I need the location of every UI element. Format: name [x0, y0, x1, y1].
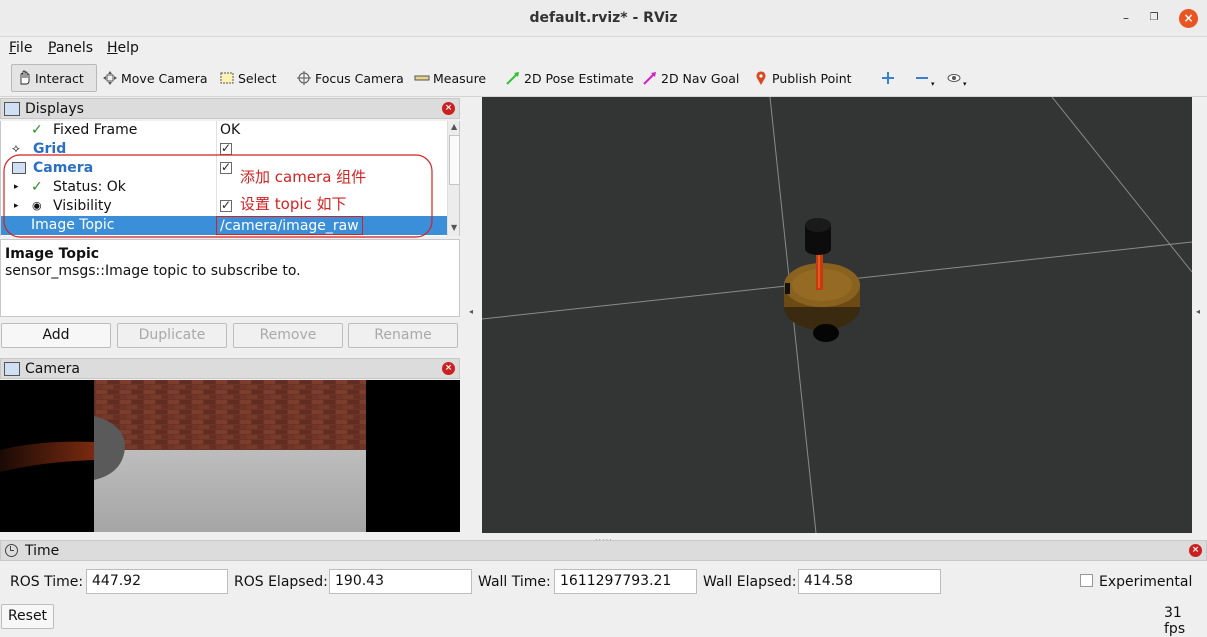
scrollbar-thumb[interactable] — [449, 135, 459, 185]
tool-2d-pose-estimate-label: 2D Pose Estimate — [524, 70, 634, 86]
minimize-button[interactable]: – — [1117, 9, 1135, 27]
displays-panel-header: Displays × — [0, 98, 460, 119]
menu-bar: File Panels Help — [0, 37, 1207, 59]
time-panel-header: Time × — [0, 540, 1207, 561]
annotation-add-camera: 添加 camera 组件 — [240, 168, 367, 186]
remove-tool-button[interactable]: ▾ — [910, 64, 939, 92]
chevron-down-icon: ▾ — [963, 80, 967, 88]
wall-time-label: Wall Time: — [478, 574, 551, 590]
ros-time-label: ROS Time: — [10, 574, 84, 590]
hand-icon — [16, 70, 32, 86]
plus-icon — [880, 70, 896, 86]
displays-panel-title: Displays — [25, 100, 84, 117]
map-pin-icon — [753, 70, 769, 86]
green-arrow-icon — [505, 70, 521, 86]
reset-button[interactable]: Reset — [1, 604, 54, 629]
tool-publish-point[interactable]: Publish Point — [749, 64, 856, 92]
tool-focus-camera[interactable]: Focus Camera — [292, 64, 408, 92]
tool-measure-label: Measure — [433, 70, 487, 86]
menu-panels[interactable]: Panels — [48, 40, 93, 56]
ros-elapsed-label: ROS Elapsed: — [234, 574, 328, 590]
camera-image-view — [0, 380, 460, 532]
wall-time-field[interactable]: 1611297793.21 — [554, 569, 697, 594]
close-window-button[interactable]: × — [1179, 9, 1198, 28]
time-panel-title: Time — [25, 542, 60, 559]
remove-button[interactable]: Remove — [233, 323, 343, 348]
tool-measure[interactable]: Measure — [410, 64, 490, 92]
chevron-down-icon: ▾ — [931, 80, 935, 88]
annotation-set-topic: 设置 topic 如下 — [240, 195, 347, 213]
focus-camera-icon — [296, 70, 312, 86]
minus-icon — [914, 70, 930, 86]
rename-button[interactable]: Rename — [348, 323, 458, 348]
tool-2d-pose-estimate[interactable]: 2D Pose Estimate — [501, 64, 638, 92]
fps-readout: 31 fps — [1164, 605, 1186, 637]
camera-panel-title: Camera — [25, 360, 80, 377]
tool-move-camera[interactable]: Move Camera — [98, 64, 212, 92]
experimental-label: Experimental — [1099, 574, 1193, 590]
menu-help[interactable]: Help — [107, 40, 139, 56]
tree-row-value: OK — [220, 122, 241, 138]
tool-focus-camera-label: Focus Camera — [315, 70, 404, 86]
menu-file[interactable]: File — [9, 40, 32, 56]
tool-select[interactable]: Select — [215, 64, 281, 92]
duplicate-button[interactable]: Duplicate — [117, 323, 227, 348]
magenta-arrow-icon — [642, 70, 658, 86]
description-text: sensor_msgs::Image topic to subscribe to… — [5, 263, 301, 279]
eye-icon — [946, 70, 962, 86]
tree-row-fixed-frame[interactable]: ✓ Fixed Frame OK — [1, 121, 447, 140]
experimental-checkbox[interactable] — [1080, 574, 1093, 587]
close-icon[interactable]: × — [442, 102, 455, 115]
monitor-icon — [4, 101, 20, 116]
maximize-button[interactable]: ❐ — [1145, 9, 1163, 27]
tree-row-label: Fixed Frame — [53, 122, 138, 138]
left-splitter[interactable]: ◂ — [465, 97, 479, 533]
close-icon[interactable]: × — [1189, 544, 1202, 557]
tool-interact[interactable]: Interact — [11, 64, 97, 92]
property-description: Image Topic sensor_msgs::Image topic to … — [0, 239, 460, 317]
tool-2d-nav-goal[interactable]: 2D Nav Goal — [638, 64, 743, 92]
title-bar: default.rviz* - RViz – ❐ × — [0, 0, 1207, 37]
check-icon: ✓ — [31, 122, 43, 138]
ros-elapsed-field[interactable]: 190.43 — [329, 569, 472, 594]
tool-interact-label: Interact — [35, 70, 84, 86]
right-splitter[interactable]: ◂ — [1192, 97, 1206, 533]
render-viewport[interactable] — [482, 97, 1192, 533]
camera-icon — [4, 361, 20, 376]
add-tool-button[interactable] — [876, 64, 903, 92]
view-tool-button[interactable]: ▾ — [942, 64, 971, 92]
toolbar: Interact Move Camera Select Focus Camera… — [0, 60, 1207, 97]
scroll-up-icon[interactable]: ▲ — [451, 122, 457, 131]
description-title: Image Topic — [5, 246, 100, 262]
ros-time-field[interactable]: 447.92 — [86, 569, 228, 594]
clock-icon — [5, 544, 18, 557]
tool-publish-point-label: Publish Point — [772, 70, 852, 86]
annotation-outline — [3, 154, 433, 238]
close-icon[interactable]: × — [442, 362, 455, 375]
scroll-down-icon[interactable]: ▼ — [451, 223, 457, 232]
tool-select-label: Select — [238, 70, 277, 86]
wall-elapsed-field[interactable]: 414.58 — [798, 569, 941, 594]
collapse-left-icon[interactable]: ◂ — [469, 307, 473, 316]
ruler-icon — [414, 70, 430, 86]
select-icon — [219, 70, 235, 86]
tree-scrollbar[interactable]: ▲ ▼ — [447, 121, 459, 236]
camera-panel-header: Camera × — [0, 358, 460, 379]
add-button[interactable]: Add — [1, 323, 111, 348]
tool-2d-nav-goal-label: 2D Nav Goal — [661, 70, 740, 86]
move-camera-icon — [102, 70, 118, 86]
tool-move-camera-label: Move Camera — [121, 70, 208, 86]
wall-elapsed-label: Wall Elapsed: — [703, 574, 797, 590]
collapse-right-icon[interactable]: ◂ — [1196, 307, 1200, 316]
window-title: default.rviz* - RViz — [529, 10, 678, 26]
time-panel: Time × ROS Time: 447.92 ROS Elapsed: 190… — [0, 540, 1207, 637]
